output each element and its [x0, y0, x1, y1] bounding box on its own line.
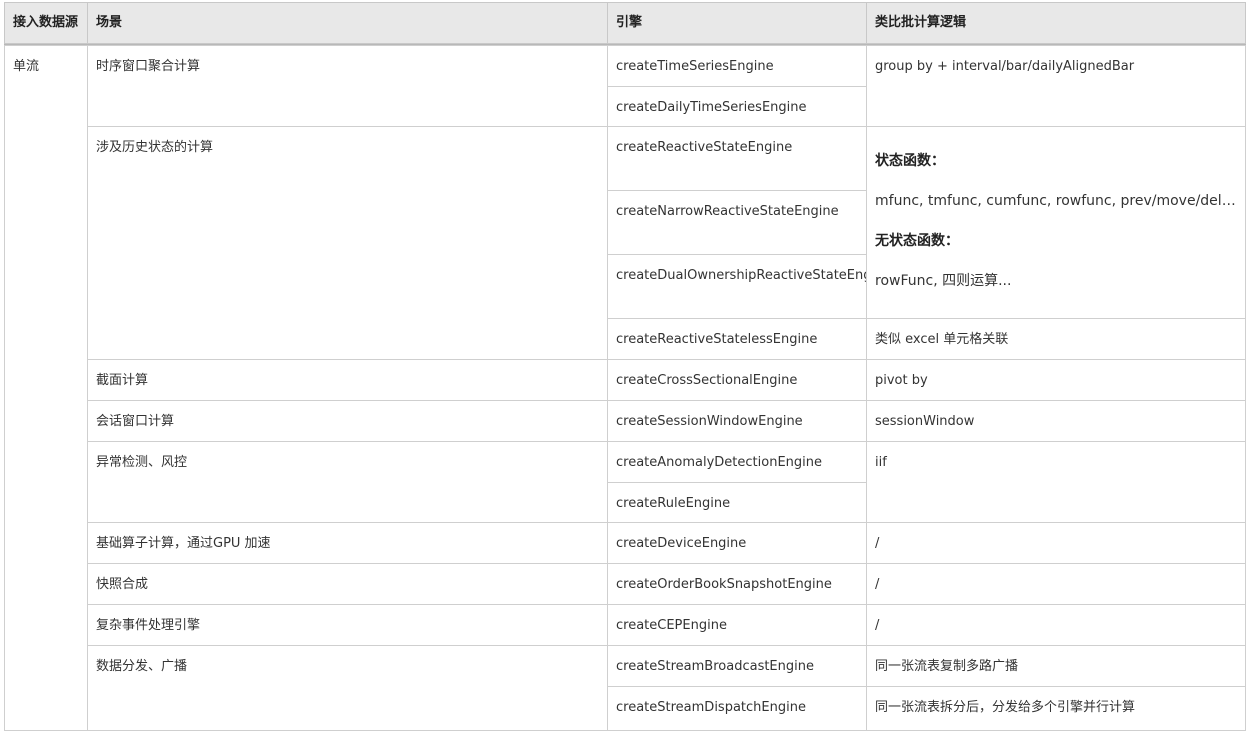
engine-cross-sectional: createCrossSectionalEngine [607, 359, 867, 401]
scenario-anomaly: 异常检测、风控 [87, 441, 608, 523]
stateful-functions: mfunc, tmfunc, cumfunc, rowfunc, prev/mo… [875, 193, 1241, 209]
engine-stream-dispatch: createStreamDispatchEngine [607, 686, 867, 731]
scenario-cross-sectional: 截面计算 [87, 359, 608, 401]
logic-stateful: 状态函数： mfunc, tmfunc, cumfunc, rowfunc, p… [866, 126, 1246, 319]
engine-table: 接入数据源 场景 引擎 类比批计算逻辑 单流 时序窗口聚合计算 涉及历史状态的计… [4, 2, 1246, 731]
engine-rule: createRuleEngine [607, 482, 867, 523]
engine-daily-time-series: createDailyTimeSeriesEngine [607, 86, 867, 127]
engine-anomaly-detection: createAnomalyDetectionEngine [607, 441, 867, 483]
stateful-heading: 状态函数： [875, 153, 945, 169]
header-source: 接入数据源 [4, 2, 88, 44]
scenario-time-series: 时序窗口聚合计算 [87, 45, 608, 127]
header-scenario: 场景 [87, 2, 608, 44]
engine-stream-broadcast: createStreamBroadcastEngine [607, 645, 867, 687]
stateless-heading: 无状态函数： [875, 233, 959, 249]
source-cell: 单流 [4, 45, 88, 731]
logic-session-window: sessionWindow [866, 400, 1246, 442]
header-engine: 引擎 [607, 2, 867, 44]
scenario-cep: 复杂事件处理引擎 [87, 604, 608, 646]
scenario-snapshot: 快照合成 [87, 563, 608, 605]
logic-device: / [866, 522, 1246, 564]
logic-cep: / [866, 604, 1246, 646]
logic-dispatch: 同一张流表拆分后，分发给多个引擎并行计算 [866, 686, 1246, 731]
logic-broadcast: 同一张流表复制多路广播 [866, 645, 1246, 687]
scenario-distribution: 数据分发、广播 [87, 645, 608, 731]
engine-narrow-reactive-state: createNarrowReactiveStateEngine [607, 190, 867, 255]
logic-time-series: group by + interval/bar/dailyAlignedBar [866, 45, 1246, 127]
engine-dual-ownership-reactive-state: createDualOwnershipReactiveStateEngine [607, 254, 867, 319]
engine-orderbook-snapshot: createOrderBookSnapshotEngine [607, 563, 867, 605]
scenario-session-window: 会话窗口计算 [87, 400, 608, 442]
engine-time-series: createTimeSeriesEngine [607, 45, 867, 87]
logic-snapshot: / [866, 563, 1246, 605]
scenario-gpu: 基础算子计算，通过GPU 加速 [87, 522, 608, 564]
header-logic: 类比批计算逻辑 [866, 2, 1246, 44]
logic-anomaly: iif [866, 441, 1246, 523]
engine-reactive-stateless: createReactiveStatelessEngine [607, 318, 867, 360]
scenario-stateful: 涉及历史状态的计算 [87, 126, 608, 360]
engine-device: createDeviceEngine [607, 522, 867, 564]
engine-reactive-state: createReactiveStateEngine [607, 126, 867, 191]
stateless-functions: rowFunc, 四则运算... [875, 273, 1012, 289]
engine-session-window: createSessionWindowEngine [607, 400, 867, 442]
logic-cross-sectional: pivot by [866, 359, 1246, 401]
logic-stateless-engine: 类似 excel 单元格关联 [866, 318, 1246, 360]
engine-cep: createCEPEngine [607, 604, 867, 646]
